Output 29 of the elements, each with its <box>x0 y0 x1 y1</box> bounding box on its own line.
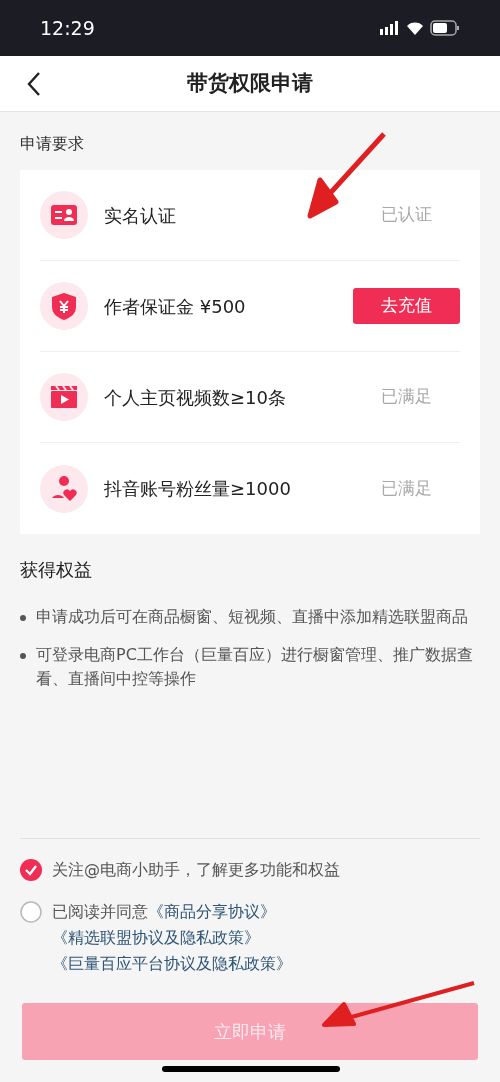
battery-icon <box>430 20 460 36</box>
wifi-icon <box>406 21 424 35</box>
agreement-link[interactable]: 《巨量百应平台协议及隐私政策》 <box>52 954 292 973</box>
requirement-status: 已满足 <box>380 385 433 409</box>
clock-time: 12:29 <box>40 15 95 41</box>
section-heading: 获得权益 <box>20 558 93 582</box>
requirement-status: 已满足 <box>380 476 433 500</box>
agreement-text: 已阅读并同意《商品分享协议》 《精选联盟协议及隐私政策》 《巨量百应平台协议及隐私政策》 <box>52 901 293 975</box>
benefit-text: 申请成功后可在商品橱窗、短视频、直播中添加精选联盟商品 <box>36 606 468 628</box>
shield-icon <box>40 282 88 330</box>
requirement-label: 抖音账号粉丝量≥1000 <box>104 477 292 501</box>
benefit-text: 可登录电商PC工作台（巨量百应）进行橱窗管理、推广数据查看、直播间中控等操作 <box>36 644 474 690</box>
follow-option-text: 关注@电商小助手，了解更多功能和权益 <box>52 859 340 881</box>
id-card-icon <box>40 191 88 239</box>
requirement-label: 实名认证 <box>104 203 177 228</box>
requirement-label: 个人主页视频数≥10条 <box>104 385 287 410</box>
signal-icon <box>380 21 400 35</box>
checkbox[interactable] <box>20 901 42 923</box>
agreement-link[interactable]: 《商品分享协议》 <box>148 902 276 921</box>
bullet-icon <box>20 653 26 659</box>
clapperboard-icon <box>40 373 88 421</box>
section-heading: 申请要求 <box>20 133 85 155</box>
agreement-link[interactable]: 《精选联盟协议及隐私政策》 <box>52 928 260 947</box>
checkbox[interactable] <box>20 859 42 881</box>
page-title: 带货权限申请 <box>187 69 313 97</box>
recharge-button[interactable]: 去充值 <box>353 288 460 324</box>
requirement-status: 已认证 <box>380 203 433 227</box>
bullet-icon <box>20 615 26 621</box>
requirement-label: 作者保证金 ¥500 <box>104 294 247 319</box>
